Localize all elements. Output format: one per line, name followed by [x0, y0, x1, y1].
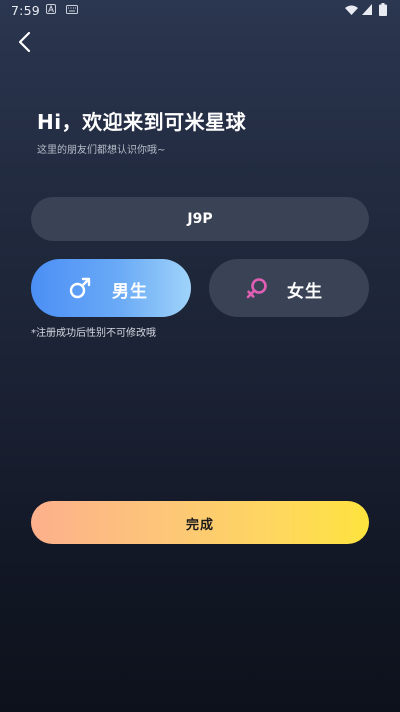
welcome-title: Hi，欢迎来到可米星球	[37, 110, 247, 134]
finish-button[interactable]: 完成	[31, 501, 369, 544]
signal-icon	[362, 4, 372, 15]
status-time: 7:59	[11, 3, 40, 18]
finish-label: 完成	[185, 518, 214, 533]
status-bar: 7:59	[0, 0, 400, 24]
male-symbol-icon	[69, 277, 91, 299]
battery-icon	[379, 3, 387, 16]
gender-male-label: 男生	[112, 282, 148, 302]
gender-note: *注册成功后性别不可修改哦	[31, 328, 156, 339]
gender-male-button[interactable]: 男生	[31, 259, 191, 317]
a-notification-icon	[46, 4, 56, 14]
back-button[interactable]	[12, 28, 40, 56]
wifi-icon	[345, 5, 358, 15]
keyboard-icon	[66, 5, 78, 14]
female-symbol-icon	[246, 278, 267, 299]
welcome-subtitle: 这里的朋友们都想认识你哦~	[37, 145, 166, 156]
gender-female-label: 女生	[287, 282, 323, 302]
chevron-left-icon	[18, 31, 31, 53]
gender-female-button[interactable]: 女生	[209, 259, 369, 317]
nickname-input[interactable]	[31, 197, 369, 241]
